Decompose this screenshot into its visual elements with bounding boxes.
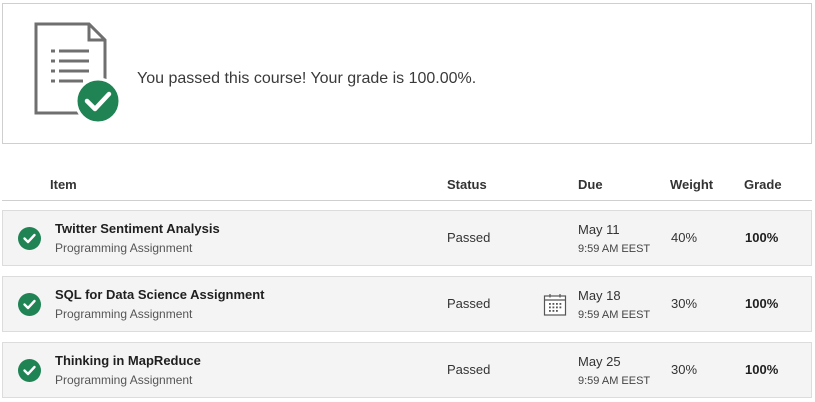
status-text: Passed [447,230,491,245]
assignment-type: Programming Assignment [55,373,193,387]
assignment-title-link[interactable]: Thinking in MapReduce [55,353,201,368]
status-text: Passed [447,296,491,311]
grade-value: 100% [745,230,779,245]
assignment-type: Programming Assignment [55,241,193,255]
due-date: May 11 [578,222,620,237]
grades-table-header: Item Status Due Weight Grade [2,168,812,201]
header-due: Due [578,177,603,192]
calendar-icon[interactable] [543,293,567,317]
header-weight: Weight [670,177,714,192]
table-row[interactable]: Thinking in MapReduce Programming Assign… [2,342,812,398]
course-complete-banner: You passed this course! Your grade is 10… [2,3,812,144]
table-row[interactable]: SQL for Data Science Assignment Programm… [2,276,812,332]
passed-check-icon [18,227,41,250]
due-date: May 18 [578,288,621,303]
header-grade: Grade [744,177,782,192]
table-row[interactable]: Twitter Sentiment Analysis Programming A… [2,210,812,266]
header-item: Item [50,177,77,192]
document-with-check-icon [34,22,122,125]
status-text: Passed [447,362,491,377]
weight-value: 40% [671,230,698,245]
weight-value: 30% [671,362,698,377]
course-grade-message: You passed this course! Your grade is 10… [137,70,477,87]
due-date: May 25 [578,354,621,369]
passed-check-icon [18,293,41,316]
grade-value: 100% [745,296,779,311]
due-time: 9:59 AM EEST [578,309,651,321]
grade-value: 100% [745,362,779,377]
assignment-title-link[interactable]: Twitter Sentiment Analysis [55,221,220,236]
header-status: Status [447,177,487,192]
due-time: 9:59 AM EEST [578,375,651,387]
due-time: 9:59 AM EEST [578,243,651,255]
assignment-type: Programming Assignment [55,307,193,321]
passed-check-icon [18,359,41,382]
weight-value: 30% [671,296,698,311]
assignment-title-link[interactable]: SQL for Data Science Assignment [55,287,265,302]
